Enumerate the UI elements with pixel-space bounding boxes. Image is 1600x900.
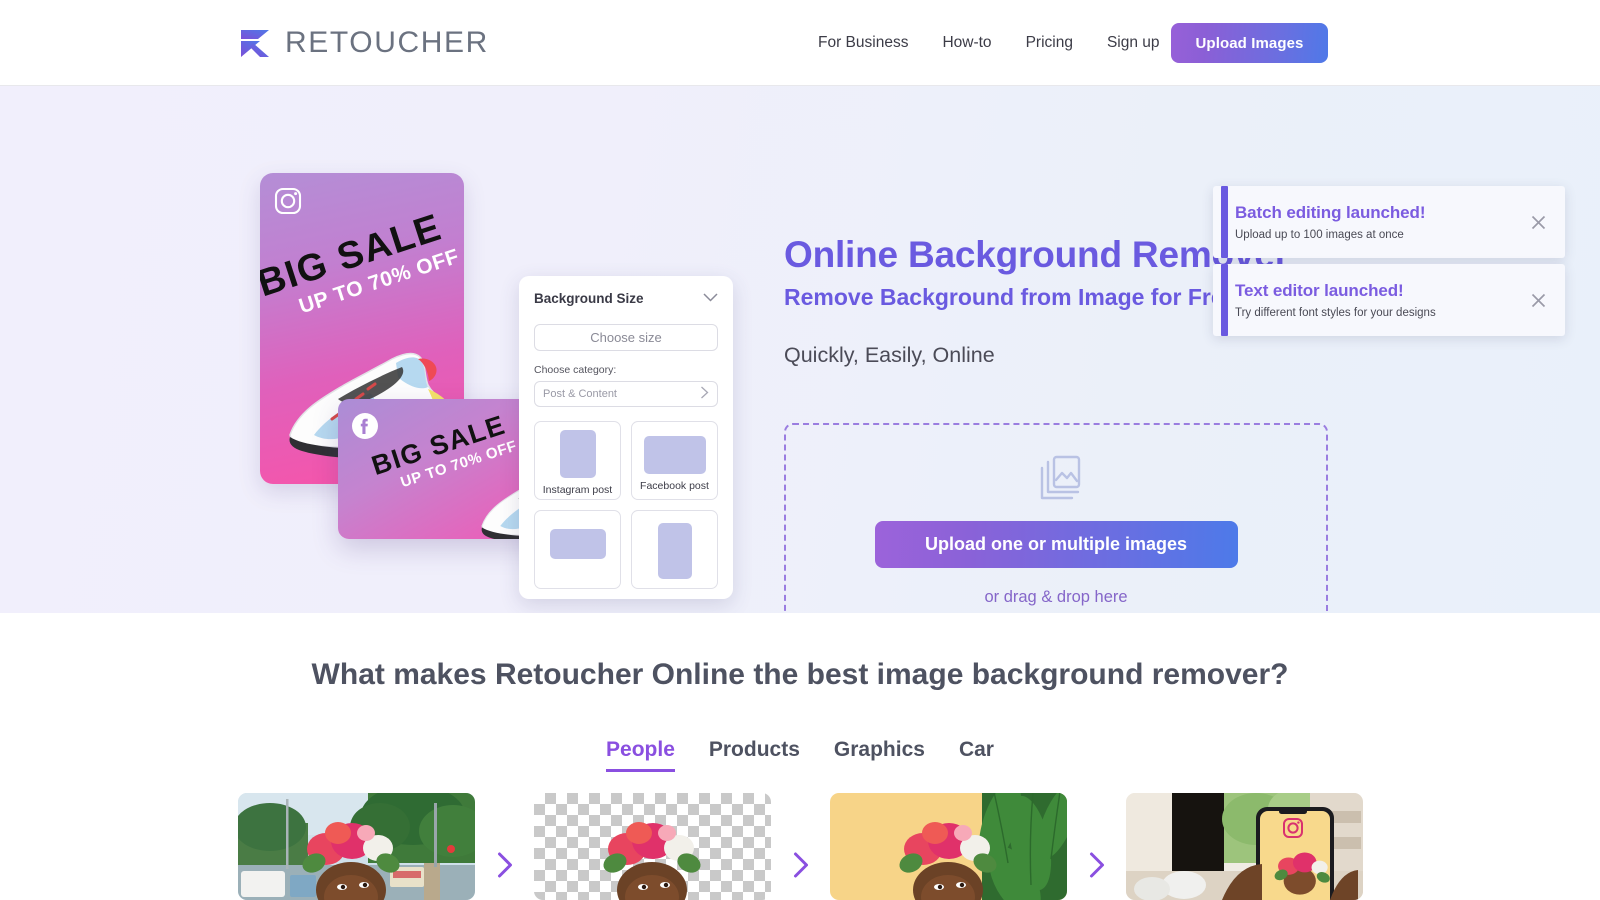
choose-category-label: Choose category: [534,364,617,376]
section-heading: What makes Retoucher Online the best ima… [311,658,1289,691]
chevron-right-icon [1088,851,1105,884]
nav-pricing[interactable]: Pricing [1009,34,1090,52]
chevron-right-icon [496,851,513,884]
panel-title: Background Size [534,290,644,306]
tile-thumb [559,430,596,478]
hero-tagline: Quickly, Easily, Online [784,342,995,367]
toast-text-editor[interactable]: Text editor launched! Try different font… [1213,264,1565,336]
retoucher-logo-icon [238,26,272,60]
size-tile-3[interactable] [534,510,621,589]
tile-thumb [549,529,606,559]
toast-subtitle: Try different font styles for your desig… [1235,306,1436,319]
size-tiles-grid: Instagram post Facebook post [534,421,718,589]
facebook-icon [351,412,379,445]
nav-how-to[interactable]: How-to [925,34,1008,52]
tile-thumb [643,436,706,474]
panel-header: Background Size [534,289,718,307]
toast-title: Text editor launched! [1235,280,1404,300]
main-navigation: For Business How-to Pricing Sign up [818,0,1177,86]
sale-sub-text: UP TO 70% OFF [296,244,463,319]
tab-graphics[interactable]: Graphics [834,738,925,772]
page-root: RETOUCHER For Business How-to Pricing Si… [0,0,1600,900]
photo-street [238,793,475,900]
drag-drop-hint: or drag & drop here [984,587,1128,606]
chevron-right-icon [700,386,709,402]
before-after-gallery [238,793,1363,900]
toast-title: Batch editing launched! [1235,202,1426,222]
size-tile-4[interactable] [631,510,718,589]
tab-products[interactable]: Products [709,738,800,772]
photo-leaves [830,793,1067,900]
tile-thumb [657,523,692,579]
sale-headline-group: BIG SALE UP TO 70% OFF [367,409,520,497]
tile-caption: Facebook post [640,480,709,492]
hero-section: BIG SALE UP TO 70% OFF BIG SALE UP TO 70… [0,86,1600,613]
site-header: RETOUCHER For Business How-to Pricing Si… [0,0,1600,86]
chevron-right-icon [792,851,809,884]
size-tile-instagram-post[interactable]: Instagram post [534,421,621,500]
category-select[interactable]: Post & Content [534,381,718,407]
tab-people[interactable]: People [606,738,675,772]
tab-car[interactable]: Car [959,738,994,772]
photo-cutout [603,822,701,900]
size-tile-facebook-post[interactable]: Facebook post [631,421,718,500]
close-icon[interactable] [1527,289,1549,311]
category-tabs: People Products Graphics Car [0,738,1600,772]
nav-for-business[interactable]: For Business [818,34,925,52]
instagram-icon [272,185,304,222]
tile-caption: Instagram post [542,484,613,496]
upload-images-button[interactable]: Upload Images [1171,23,1328,63]
gallery-phone-mockup[interactable] [1126,793,1363,900]
nav-sign-up[interactable]: Sign up [1090,34,1177,52]
toast-batch-editing[interactable]: Batch editing launched! Upload up to 100… [1213,186,1565,258]
sale-headline-group: BIG SALE UP TO 70% OFF [260,206,462,327]
sale-big-text: BIG SALE [367,409,510,481]
gallery-leaf-background[interactable] [830,793,1067,900]
notification-stack: Batch editing launched! Upload up to 100… [1213,186,1565,336]
upload-dropzone[interactable]: Upload one or multiple images or drag & … [784,423,1328,613]
chevron-down-icon[interactable] [703,289,718,307]
background-size-panel: Background Size Choose size Choose categ… [519,276,733,599]
gallery-original-photo[interactable] [238,793,475,900]
toast-subtitle: Upload up to 100 images at once [1235,228,1404,241]
hero-illustration: BIG SALE UP TO 70% OFF BIG SALE UP TO 70… [0,86,760,613]
sale-sub-text: UP TO 70% OFF [398,437,520,492]
logo-text: RETOUCHER [285,26,489,59]
photo-phone [1126,793,1363,900]
stacked-images-icon [1030,454,1082,509]
category-value: Post & Content [543,388,617,400]
close-icon[interactable] [1527,211,1549,233]
upload-multiple-button[interactable]: Upload one or multiple images [874,520,1238,568]
gallery-transparent-cutout[interactable] [534,793,771,900]
logo[interactable]: RETOUCHER [238,26,489,60]
choose-size-field[interactable]: Choose size [534,324,718,351]
